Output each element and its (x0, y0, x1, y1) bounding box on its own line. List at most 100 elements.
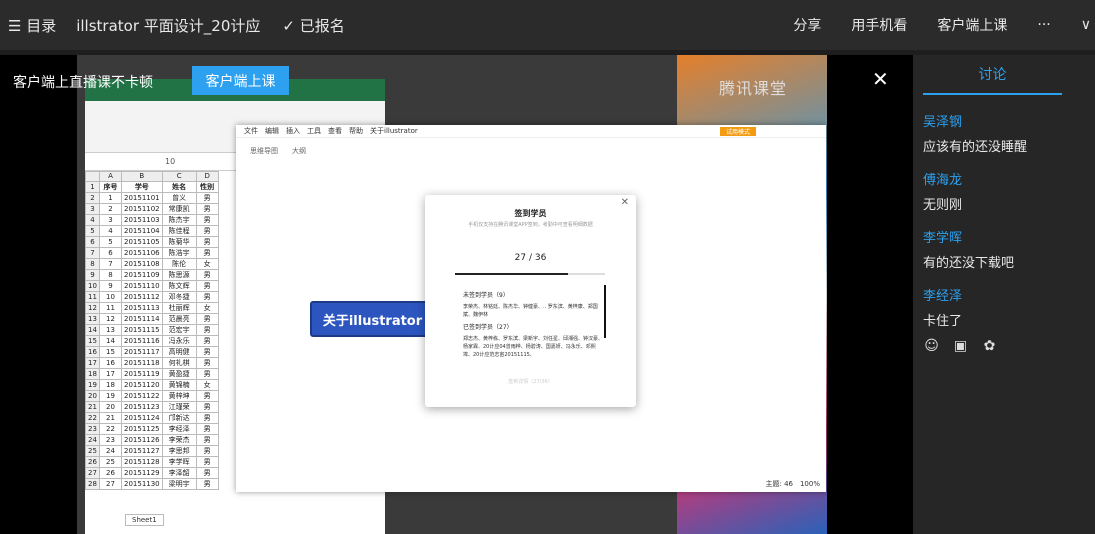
table-cell[interactable]: 2 (99, 202, 122, 215)
table-cell[interactable]: 4 (85, 213, 100, 226)
table-cell[interactable]: 13 (99, 323, 122, 336)
table-cell[interactable]: 曾义 (161, 191, 197, 204)
table-cell[interactable]: 男 (195, 334, 219, 347)
table-cell[interactable]: 21 (85, 400, 100, 413)
table-cell[interactable]: 20151101 (121, 191, 163, 204)
table-cell[interactable]: 男 (195, 290, 219, 303)
table-cell[interactable]: 26 (99, 466, 122, 479)
catalog-button[interactable]: ☰ 目录 (0, 15, 64, 36)
table-cell[interactable]: 性别 (195, 180, 219, 193)
table-cell[interactable]: 20151110 (121, 279, 163, 292)
table-cell[interactable]: 18 (85, 367, 100, 380)
table-cell[interactable]: 男 (195, 345, 219, 358)
table-cell[interactable]: 22 (85, 411, 100, 424)
table-cell[interactable]: 男 (195, 279, 219, 292)
video-frame[interactable]: 腾讯课堂 10 A B C D 1 序号 学号 姓名 性别 2 1 20151101 曾义男 3 2… (77, 55, 827, 534)
table-cell[interactable]: 李泽韶 (161, 466, 197, 479)
smile-icon[interactable]: ☺ (923, 337, 940, 354)
table-cell[interactable]: 15 (99, 345, 122, 358)
table-cell[interactable]: 男 (195, 466, 219, 479)
table-cell[interactable]: 20151124 (121, 411, 163, 424)
chat-user[interactable]: 李学晖 (923, 227, 1014, 246)
table-cell[interactable]: 10 (99, 290, 122, 303)
table-cell[interactable]: 江瑾荣 (161, 400, 197, 413)
table-cell[interactable]: 14 (85, 323, 100, 336)
sheet-tab[interactable]: Sheet1 (125, 514, 164, 526)
table-cell[interactable]: 17 (99, 367, 122, 380)
more-icon[interactable]: ··· (1022, 17, 1065, 33)
table-cell[interactable]: 序号 (99, 180, 122, 193)
table-cell[interactable]: 陈菊华 (161, 235, 197, 248)
table-cell[interactable]: 28 (85, 477, 100, 490)
table-cell[interactable]: 男 (195, 433, 219, 446)
table-cell[interactable]: 男 (195, 202, 219, 215)
table-cell[interactable]: 男 (195, 235, 219, 248)
table-cell[interactable]: 女 (195, 301, 219, 314)
table-cell[interactable]: 20151102 (121, 202, 163, 215)
table-cell[interactable]: 20 (85, 389, 100, 402)
table-cell[interactable]: 3 (85, 202, 100, 215)
table-cell[interactable]: 18 (99, 378, 122, 391)
table-cell[interactable]: 何礼棋 (161, 356, 197, 369)
table-cell[interactable]: 男 (195, 477, 219, 490)
table-cell[interactable]: 16 (85, 345, 100, 358)
table-cell[interactable]: 16 (99, 356, 122, 369)
table-cell[interactable]: 7 (99, 257, 122, 270)
share-button[interactable]: 分享 (778, 15, 836, 35)
table-cell[interactable]: 20151126 (121, 433, 163, 446)
table-cell[interactable]: 8 (99, 268, 122, 281)
table-cell[interactable]: 女 (195, 378, 219, 391)
table-cell[interactable]: 陈伦 (161, 257, 197, 270)
table-cell[interactable]: 27 (85, 466, 100, 479)
table-cell[interactable]: 杜丽辉 (161, 301, 197, 314)
table-cell[interactable]: 11 (85, 290, 100, 303)
table-cell[interactable]: 男 (195, 422, 219, 435)
table-cell[interactable]: 陈浩宇 (161, 246, 197, 259)
table-cell[interactable]: 陈杰宇 (161, 213, 197, 226)
table-cell[interactable]: 8 (85, 257, 100, 270)
chat-user[interactable]: 傅海龙 (923, 169, 962, 188)
table-cell[interactable]: 24 (85, 433, 100, 446)
table-cell[interactable]: 陈文辉 (161, 279, 197, 292)
dialog-close-icon[interactable]: ✕ (621, 197, 629, 208)
table-cell[interactable]: 学号 (121, 180, 163, 193)
table-cell[interactable]: 20151115 (121, 323, 163, 336)
table-cell[interactable]: 6 (85, 235, 100, 248)
table-cell[interactable]: 黄盈捷 (161, 367, 197, 380)
flower-icon[interactable]: ✿ (981, 337, 998, 354)
table-cell[interactable]: 陈思源 (161, 268, 197, 281)
table-cell[interactable]: 20151109 (121, 268, 163, 281)
table-cell[interactable]: 20151128 (121, 455, 163, 468)
tab-discussion[interactable]: 讨论 (923, 55, 1062, 95)
table-cell[interactable]: 男 (195, 455, 219, 468)
table-cell[interactable]: 1 (85, 180, 100, 193)
table-cell[interactable]: 男 (195, 191, 219, 204)
table-cell[interactable]: 13 (85, 312, 100, 325)
table-cell[interactable]: 5 (99, 235, 122, 248)
table-cell[interactable]: 常康凯 (161, 202, 197, 215)
client-class-button[interactable]: 客户端上课 (922, 15, 1022, 35)
table-cell[interactable]: 20151113 (121, 301, 163, 314)
chat-user[interactable]: 吴泽钢 (923, 111, 1027, 130)
table-cell[interactable]: 20151114 (121, 312, 163, 325)
table-cell[interactable]: 男 (195, 389, 219, 402)
table-cell[interactable]: 男 (195, 323, 219, 336)
table-cell[interactable]: 男 (195, 356, 219, 369)
table-cell[interactable]: 20151105 (121, 235, 163, 248)
table-cell[interactable]: 男 (195, 312, 219, 325)
chat-user[interactable]: 李经泽 (923, 285, 962, 304)
table-cell[interactable]: 20151129 (121, 466, 163, 479)
table-cell[interactable]: 20151117 (121, 345, 163, 358)
table-cell[interactable]: 男 (195, 444, 219, 457)
expand-icon[interactable]: ∨ (1066, 17, 1095, 33)
table-cell[interactable]: 李学晖 (161, 455, 197, 468)
table-cell[interactable]: 20151108 (121, 257, 163, 270)
table-cell[interactable]: 14 (99, 334, 122, 347)
table-cell[interactable]: 20151118 (121, 356, 163, 369)
table-cell[interactable]: 17 (85, 356, 100, 369)
table-cell[interactable]: 25 (85, 444, 100, 457)
table-cell[interactable]: 李思邦 (161, 444, 197, 457)
table-cell[interactable]: 范宏宇 (161, 323, 197, 336)
table-cell[interactable]: 15 (85, 334, 100, 347)
table-cell[interactable]: 20151112 (121, 290, 163, 303)
